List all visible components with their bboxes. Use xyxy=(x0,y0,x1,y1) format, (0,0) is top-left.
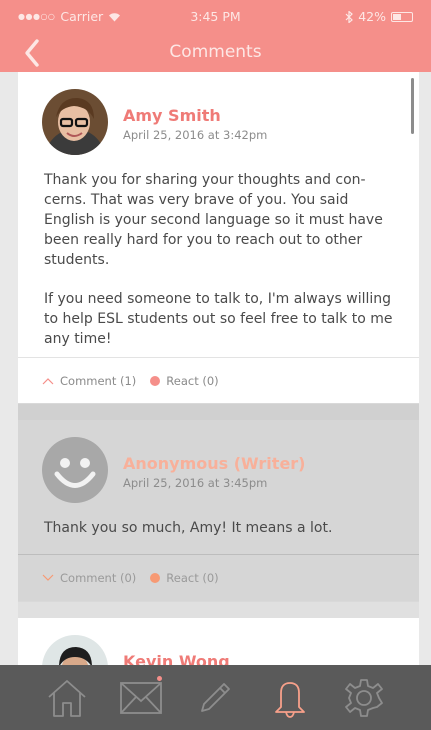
divider xyxy=(18,404,419,420)
tab-messages[interactable] xyxy=(115,672,167,724)
status-right: 42% xyxy=(345,9,413,24)
comment-date: April 25, 2016 at 3:42pm xyxy=(123,128,268,142)
react-count-label: React (0) xyxy=(166,374,219,388)
comment-toggle-button[interactable]: Comment (1) xyxy=(42,374,136,388)
scrollbar[interactable] xyxy=(411,78,414,134)
nav-bar: Comments xyxy=(0,34,431,72)
tab-write[interactable] xyxy=(189,672,241,724)
bell-icon xyxy=(274,681,305,718)
battery-icon xyxy=(391,11,413,22)
chevron-up-icon xyxy=(42,378,54,385)
comment-header: Kevin Wong xyxy=(18,618,419,665)
comment-paragraph: Thank you so much, Amy! It means a lot. xyxy=(44,520,333,536)
comment-card: Kevin Wong xyxy=(18,618,419,665)
home-icon xyxy=(48,679,86,717)
comment-toggle-button[interactable]: Comment (0) xyxy=(42,571,136,585)
chevron-left-icon xyxy=(25,39,39,67)
comment-card: Anonymous (Writer) April 25, 2016 at 3:4… xyxy=(18,420,419,602)
tab-bar xyxy=(0,665,431,730)
divider xyxy=(18,602,419,618)
status-bar: ●●●○○ Carrier 3:45 PM 42% xyxy=(0,0,431,34)
tab-home[interactable] xyxy=(41,672,93,724)
comment-count-label: Comment (0) xyxy=(60,571,137,585)
pencil-icon xyxy=(201,682,231,712)
avatar[interactable] xyxy=(42,635,108,665)
comment-author: Anonymous (Writer) xyxy=(123,454,306,473)
comment-paragraph: Thank you for sharing your thoughts and … xyxy=(44,172,383,268)
comment-header: Anonymous (Writer) April 25, 2016 at 3:4… xyxy=(18,420,419,510)
comment-body: Thank you for sharing your thoughts and … xyxy=(18,162,419,357)
page-title: Comments xyxy=(169,42,262,62)
chevron-down-icon xyxy=(42,574,54,581)
mail-icon xyxy=(120,681,163,714)
react-icon xyxy=(150,376,161,386)
react-button[interactable]: React (0) xyxy=(150,571,219,585)
battery-percent: 42% xyxy=(358,9,386,24)
back-button[interactable] xyxy=(20,38,50,68)
react-button[interactable]: React (0) xyxy=(150,374,219,388)
comment-list[interactable]: Amy Smith April 25, 2016 at 3:42pm Thank… xyxy=(18,72,419,665)
notification-dot xyxy=(157,675,163,681)
react-icon xyxy=(150,573,161,583)
comment-header: Amy Smith April 25, 2016 at 3:42pm xyxy=(18,72,419,162)
tab-settings[interactable] xyxy=(338,672,390,724)
bluetooth-icon xyxy=(345,10,354,23)
comment-count-label: Comment (1) xyxy=(60,374,137,388)
tab-notifications[interactable] xyxy=(264,672,316,724)
comment-actions: Comment (1) React (0) xyxy=(18,357,419,404)
comment-card: Amy Smith April 25, 2016 at 3:42pm Thank… xyxy=(18,72,419,404)
react-count-label: React (0) xyxy=(166,571,219,585)
comment-author[interactable]: Amy Smith xyxy=(123,106,221,125)
header: ●●●○○ Carrier 3:45 PM 42% Comments xyxy=(0,0,431,72)
comments-screen: ●●●○○ Carrier 3:45 PM 42% Comments Amy S… xyxy=(0,0,431,730)
avatar[interactable] xyxy=(42,89,108,155)
comment-body: Thank you so much, Amy! It means a lot. xyxy=(18,510,419,554)
gear-icon xyxy=(344,678,383,717)
anonymous-avatar-icon xyxy=(42,437,108,503)
comment-date: April 25, 2016 at 3:45pm xyxy=(123,476,268,490)
comment-author[interactable]: Kevin Wong xyxy=(123,652,230,665)
comment-actions: Comment (0) React (0) xyxy=(18,554,419,601)
comment-paragraph: If you need someone to talk to, I'm alwa… xyxy=(44,291,393,347)
